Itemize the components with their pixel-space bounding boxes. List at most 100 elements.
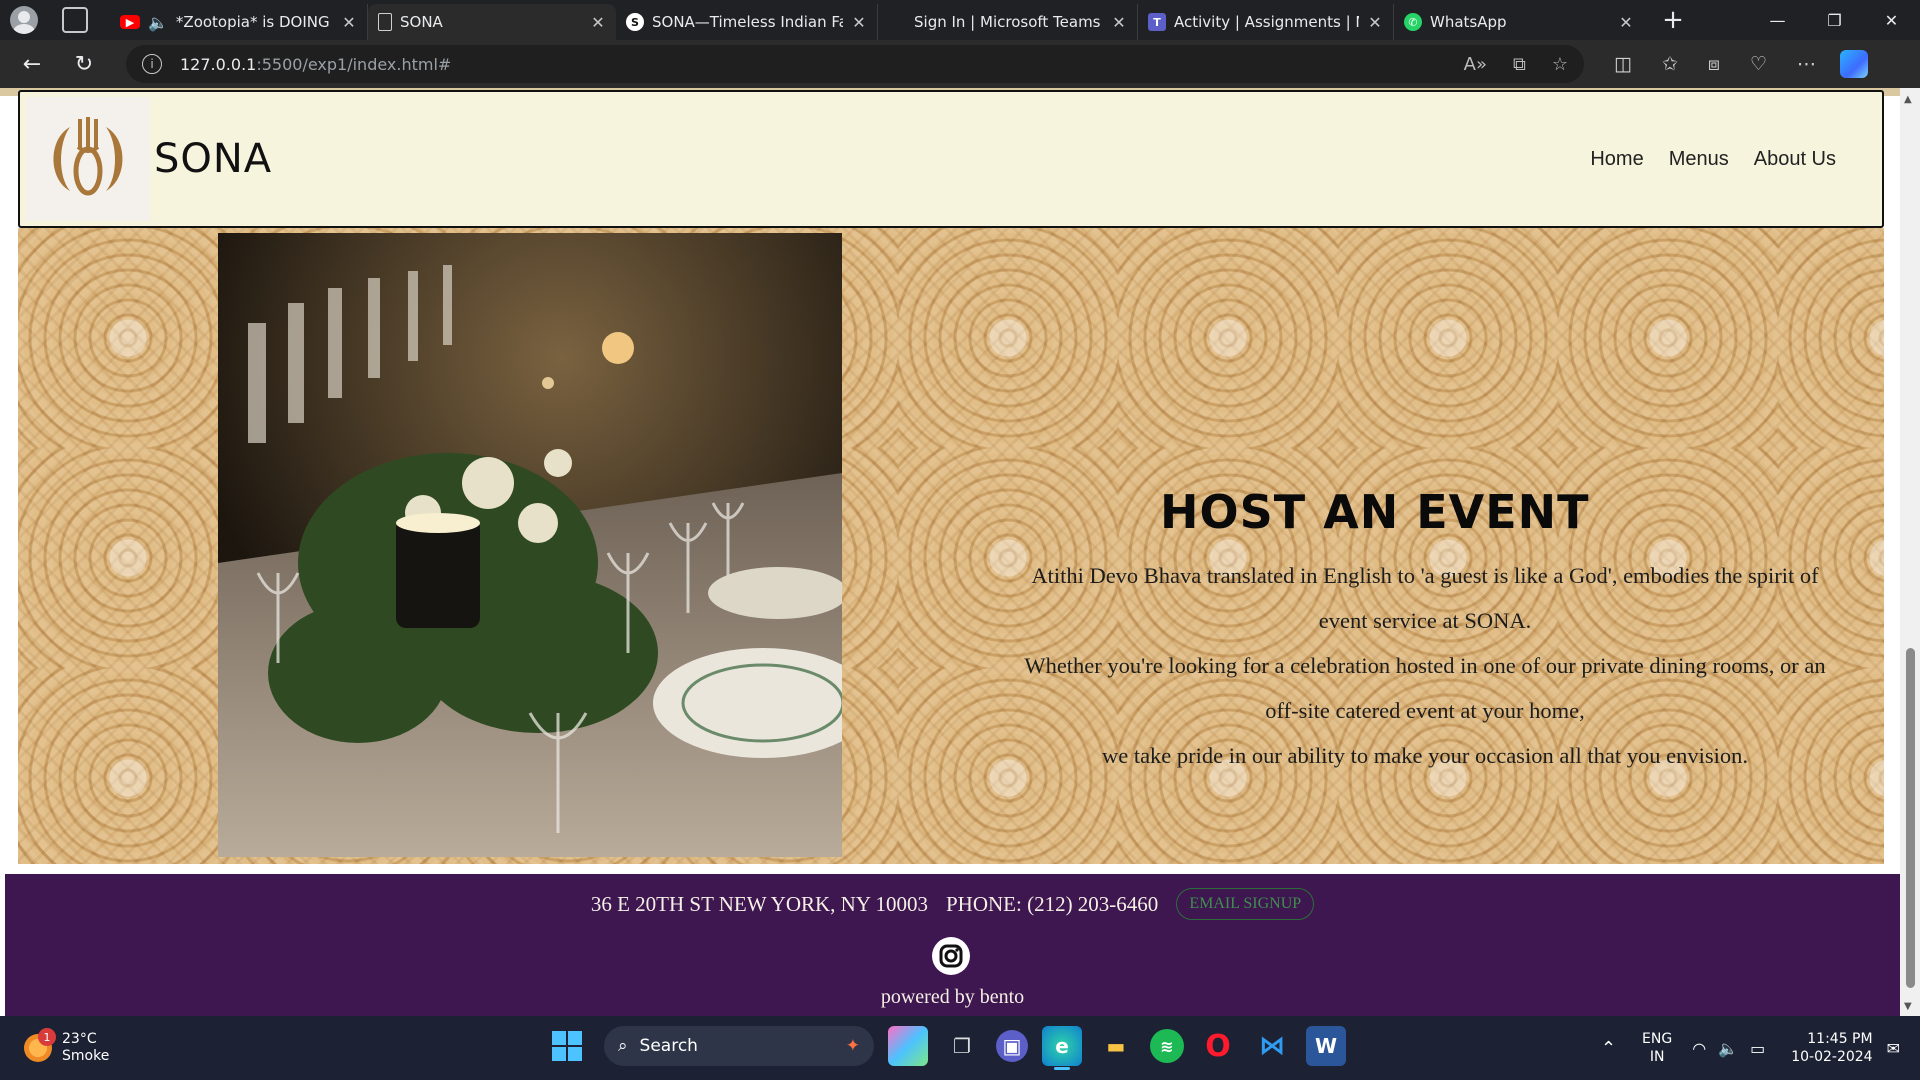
system-icons[interactable]: ◠ 🔈 ▭ [1692, 1039, 1765, 1058]
weather-temp: 23°C [62, 1031, 97, 1047]
minimize-icon[interactable]: — [1749, 11, 1806, 30]
tab-teams-signin[interactable]: Sign In | Microsoft Teams ✕ [878, 4, 1138, 40]
windows-start-icon[interactable] [552, 1031, 582, 1061]
close-tab-icon[interactable]: ✕ [590, 13, 606, 32]
task-view-icon[interactable]: ❐ [942, 1026, 982, 1066]
tab-teams-activity[interactable]: T Activity | Assignments | Mi ✕ [1138, 4, 1394, 40]
page-scrollbar[interactable]: ▲ ▼ [1900, 88, 1920, 1016]
volume-icon: 🔈 [1718, 1038, 1739, 1058]
word-icon[interactable]: W [1306, 1026, 1346, 1066]
notification-badge: 1 [38, 1028, 56, 1046]
reload-icon[interactable]: ↻ [64, 52, 104, 77]
url-host: 127.0.0.1 [180, 54, 257, 74]
scroll-up-arrow-icon[interactable]: ▲ [1904, 94, 1912, 105]
copilot-icon[interactable] [1840, 50, 1869, 78]
more-menu-icon[interactable]: ⋯ [1797, 53, 1816, 75]
nav-home-link[interactable]: Home [1590, 148, 1643, 171]
sona-logo[interactable] [26, 97, 150, 221]
brand-name[interactable]: SONA [154, 136, 272, 182]
favorite-star-icon[interactable]: ☆ [1552, 54, 1568, 75]
taskbar-search[interactable]: ⌕ Search ✦ [604, 1026, 874, 1066]
window-controls: — ❐ ✕ [1749, 11, 1920, 30]
search-icon: ⌕ [618, 1036, 628, 1056]
spotify-icon[interactable]: ≋ [1150, 1029, 1184, 1063]
tab-whatsapp[interactable]: ✆ WhatsApp ✕ [1394, 4, 1644, 40]
url-path: :5500/exp1/index.html# [256, 54, 452, 74]
site-header: SONA Home Menus About Us [18, 90, 1884, 228]
tab-youtube[interactable]: ▶ 🔈 *Zootopia* is DOING ✕ [110, 4, 368, 40]
page-icon [378, 13, 392, 31]
instagram-icon[interactable] [931, 936, 971, 976]
event-table-photo [218, 233, 842, 857]
address-bar-icons: A» ⧉ ☆ [1464, 54, 1568, 75]
weather-widget[interactable]: 1 23°C Smoke [24, 1028, 110, 1065]
browser-essentials-icon[interactable]: ♡ [1750, 53, 1767, 75]
tab-title: SONA [400, 13, 443, 31]
split-screen-icon[interactable]: ◫ [1614, 53, 1632, 75]
search-label: Search [639, 1036, 698, 1056]
file-explorer-icon[interactable]: ▬ [1096, 1026, 1136, 1066]
teams-chat-icon[interactable]: ▣ [996, 1030, 1028, 1062]
opera-icon[interactable]: O [1198, 1026, 1238, 1066]
scrollbar-thumb[interactable] [1906, 648, 1915, 988]
close-tab-icon[interactable]: ✕ [1618, 13, 1634, 32]
page-viewport: SONA Home Menus About Us HOST AN EVENT A… [0, 88, 1920, 1016]
powered-by-text: powered by bento [880, 986, 1025, 1008]
system-tray: ⌃ ENG IN ◠ 🔈 ▭ 11:45 PM 10-02-2024 ✉ [1601, 1016, 1920, 1080]
back-arrow-icon[interactable]: ← [12, 52, 52, 77]
restore-icon[interactable]: ❐ [1806, 11, 1863, 30]
vscode-icon[interactable]: ⋈ [1252, 1026, 1292, 1066]
fork-spoon-logo-icon [53, 117, 123, 196]
app-available-icon[interactable]: ⧉ [1513, 54, 1526, 75]
site-footer: 36 E 20TH ST NEW YORK, NY 10003 PHONE: (… [5, 874, 1900, 1016]
windows-taskbar: 1 23°C Smoke ⌕ Search ✦ ❐ ▣ e ▬ ≋ O ⋈ W … [0, 1016, 1920, 1080]
footer-contact-row: 36 E 20TH ST NEW YORK, NY 10003 PHONE: (… [5, 888, 1900, 920]
whatsapp-icon: ✆ [1404, 13, 1422, 31]
language-indicator[interactable]: ENG IN [1642, 1030, 1672, 1066]
taskbar-apps: ⌕ Search ✦ ❐ ▣ e ▬ ≋ O ⋈ W [552, 1026, 1346, 1070]
microsoft-icon [888, 13, 906, 31]
lang-code: ENG [1642, 1031, 1673, 1047]
tab-title: SONA—Timeless Indian Fa [652, 13, 843, 31]
close-tab-icon[interactable]: ✕ [1367, 13, 1383, 32]
close-tab-icon[interactable]: ✕ [341, 13, 357, 32]
email-signup-button[interactable]: EMAIL SIGNUP [1176, 888, 1315, 920]
favorites-icon[interactable]: ✩ [1662, 53, 1678, 75]
clock[interactable]: 11:45 PM 10-02-2024 [1791, 1030, 1872, 1066]
collections-icon[interactable]: ⧈ [1708, 53, 1720, 75]
profile-avatar[interactable] [10, 6, 38, 34]
notifications-icon[interactable]: ✉ [1887, 1039, 1900, 1058]
teams-icon: T [1148, 13, 1166, 31]
tab-sona[interactable]: SONA ✕ [368, 4, 616, 40]
read-aloud-icon[interactable]: A» [1464, 54, 1487, 75]
new-tab-icon[interactable]: + [1658, 5, 1688, 35]
close-window-icon[interactable]: ✕ [1863, 11, 1920, 30]
scroll-down-arrow-icon[interactable]: ▼ [1904, 1001, 1912, 1012]
nav-menus-link[interactable]: Menus [1669, 148, 1729, 171]
hero-paragraph: we take pride in our ability to make you… [1101, 743, 1749, 768]
tab-title: Sign In | Microsoft Teams [914, 13, 1101, 31]
weather-sun-icon: 1 [24, 1028, 56, 1062]
address-bar[interactable]: i 127.0.0.1:5500/exp1/index.html# A» ⧉ ☆ [126, 45, 1584, 83]
close-tab-icon[interactable]: ✕ [851, 13, 867, 32]
hero-paragraph: Atithi Devo Bhava translated in English … [1031, 563, 1819, 633]
footer-phone: PHONE: (212) 203-6460 [945, 891, 1159, 916]
nav-about-link[interactable]: About Us [1754, 148, 1836, 171]
host-event-description: Atithi Devo Bhava translated in English … [1020, 553, 1830, 778]
youtube-icon: ▶ [120, 15, 140, 29]
weather-desc: Smoke [62, 1048, 110, 1064]
speaker-icon[interactable]: 🔈 [148, 13, 168, 32]
site-nav: Home Menus About Us [1590, 148, 1836, 171]
browser-tab-strip: ▶ 🔈 *Zootopia* is DOING ✕ SONA ✕ S SONA—… [0, 0, 1920, 40]
copilot-app-icon[interactable] [888, 1026, 928, 1066]
info-icon[interactable]: i [142, 54, 162, 74]
hero-paragraph: Whether you're looking for a celebration… [1024, 653, 1826, 723]
tab-sona-timeless[interactable]: S SONA—Timeless Indian Fa ✕ [616, 4, 878, 40]
edge-browser-icon[interactable]: e [1042, 1026, 1082, 1070]
tray-overflow-icon[interactable]: ⌃ [1601, 1038, 1616, 1059]
close-tab-icon[interactable]: ✕ [1111, 13, 1127, 32]
search-highlight-icon: ✦ [845, 1036, 860, 1056]
clock-date: 10-02-2024 [1791, 1049, 1873, 1065]
tab-strip-left [0, 6, 110, 34]
tab-actions-icon[interactable] [62, 7, 88, 33]
